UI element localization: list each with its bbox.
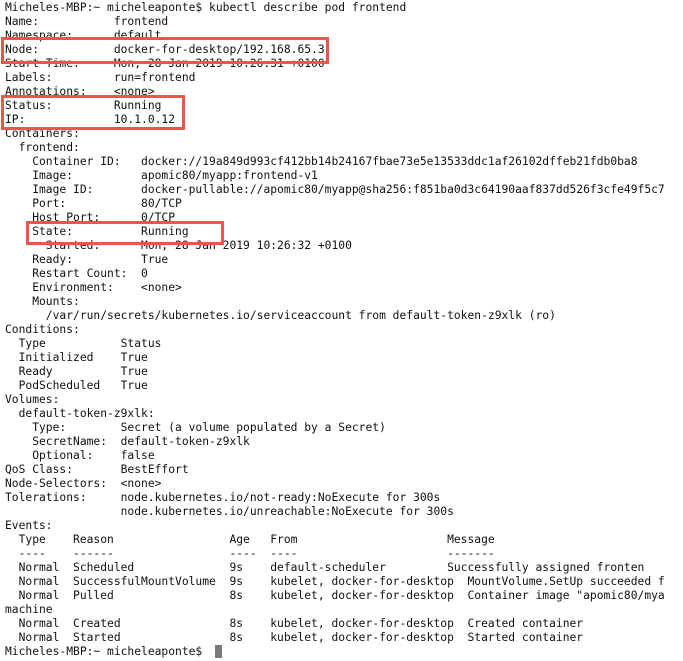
terminal-line: Conditions: — [5, 323, 80, 336]
terminal-line: Name: frontend — [5, 15, 169, 28]
terminal-line: Host Port: 0/TCP — [5, 211, 176, 224]
terminal-line: QoS Class: BestEffort — [5, 463, 189, 476]
terminal-line: Image: apomic80/myapp:frontend-v1 — [5, 169, 318, 182]
terminal-line: Micheles-MBP:~ micheleaponte$ kubectl de… — [5, 1, 407, 14]
terminal-line: ---- ------ ---- ---- ------- — [5, 547, 495, 560]
terminal-line: frontend: — [5, 141, 80, 154]
terminal-line: Environment: <none> — [5, 281, 182, 294]
terminal-line: machine — [5, 603, 53, 616]
terminal-line: Node-Selectors: <none> — [5, 477, 162, 490]
terminal-line: Optional: false — [5, 449, 155, 462]
terminal-line: Normal Scheduled 9s default-scheduler Su… — [5, 561, 645, 574]
terminal-line: Start Time: Mon, 28 Jan 2019 10:26:31 +0… — [5, 57, 325, 70]
terminal-line: State: Running — [5, 225, 189, 238]
terminal-line: SecretName: default-token-z9xlk — [5, 435, 250, 448]
terminal-line: Image ID: docker-pullable://apomic80/mya… — [5, 183, 665, 196]
terminal-line: Started: Mon, 28 Jan 2019 10:26:32 +0100 — [5, 239, 352, 252]
terminal-line: Normal Started 8s kubelet, docker-for-de… — [5, 631, 584, 644]
terminal-line: Port: 80/TCP — [5, 197, 182, 210]
terminal-line: Normal Created 8s kubelet, docker-for-de… — [5, 617, 584, 630]
terminal-line: node.kubernetes.io/unreachable:NoExecute… — [5, 505, 454, 518]
terminal-line: Normal Pulled 8s kubelet, docker-for-des… — [5, 589, 665, 602]
terminal-line: Mounts: — [5, 295, 80, 308]
terminal-line: Volumes: — [5, 393, 60, 406]
terminal-line: Initialized True — [5, 351, 148, 364]
terminal-line: Normal SuccessfulMountVolume 9s kubelet,… — [5, 575, 665, 588]
terminal-cursor — [215, 645, 222, 658]
terminal-window[interactable]: Micheles-MBP:~ micheleaponte$ kubectl de… — [0, 0, 683, 661]
terminal-line: Container ID: docker://19a849d993cf412bb… — [5, 155, 638, 168]
terminal-line: Restart Count: 0 — [5, 267, 148, 280]
terminal-line: Type Reason Age From Message — [5, 533, 495, 546]
terminal-line: Namespace: default — [5, 29, 162, 42]
terminal-line: Labels: run=frontend — [5, 71, 196, 84]
terminal-line: Ready: True — [5, 253, 169, 266]
terminal-line: Containers: — [5, 127, 80, 140]
terminal-line: IP: 10.1.0.12 — [5, 113, 176, 126]
terminal-line: default-token-z9xlk: — [5, 407, 155, 420]
terminal-line: Type Status — [5, 337, 162, 350]
terminal-line: Tolerations: node.kubernetes.io/not-read… — [5, 491, 441, 504]
terminal-line: Type: Secret (a volume populated by a Se… — [5, 421, 386, 434]
terminal-line: Events: — [5, 519, 53, 532]
terminal-line: Annotations: <none> — [5, 85, 155, 98]
terminal-line: Status: Running — [5, 99, 162, 112]
terminal-prompt[interactable]: Micheles-MBP:~ micheleaponte$ — [5, 645, 209, 659]
terminal-line: Node: docker-for-desktop/192.168.65.3 — [5, 43, 325, 56]
terminal-line: /var/run/secrets/kubernetes.io/serviceac… — [5, 309, 556, 322]
terminal-line: PodScheduled True — [5, 379, 148, 392]
terminal-line: Ready True — [5, 365, 148, 378]
